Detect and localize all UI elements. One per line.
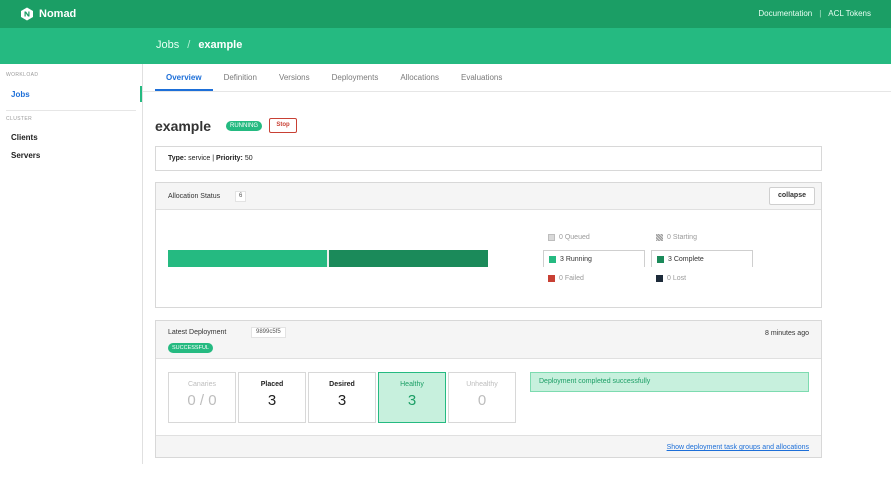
legend-running-label: 3 Running <box>560 255 592 263</box>
collapse-button[interactable]: collapse <box>769 187 815 205</box>
legend-failed-label: 0 Failed <box>559 275 584 282</box>
metric-canaries-value: 0 / 0 <box>187 392 217 409</box>
deployment-time: 8 minutes ago <box>765 330 809 337</box>
metric-healthy-value: 3 <box>407 392 417 409</box>
legend-running[interactable]: 3 Running <box>543 250 645 267</box>
allocation-status-title: Allocation Status <box>168 193 221 200</box>
metric-desired-value: 3 <box>337 392 347 409</box>
legend-starting[interactable]: 0 Starting <box>656 234 697 241</box>
nomad-logo-icon <box>21 7 33 21</box>
allocation-count-badge: 6 <box>235 191 247 202</box>
failed-swatch-icon <box>548 275 555 282</box>
metric-desired-label: Desired <box>329 381 355 388</box>
documentation-link[interactable]: Documentation <box>758 9 812 18</box>
metric-unhealthy: Unhealthy 0 <box>448 372 516 423</box>
legend-complete-label: 3 Complete <box>668 255 704 263</box>
job-summary-card: Type: service | Priority: 50 <box>155 146 822 171</box>
metric-canaries: Canaries 0 / 0 <box>168 372 236 423</box>
metric-desired: Desired 3 <box>308 372 376 423</box>
allocation-bar <box>168 250 488 267</box>
breadcrumb-current: example <box>198 39 243 51</box>
tab-allocations[interactable]: Allocations <box>389 64 450 91</box>
legend-failed[interactable]: 0 Failed <box>548 275 584 282</box>
sidebar-item-clients[interactable]: Clients <box>11 133 38 142</box>
priority-label: Priority: <box>216 155 243 162</box>
job-status-badge: RUNNING <box>226 121 262 131</box>
deployment-title: Latest Deployment <box>168 329 227 336</box>
app-name: Nomad <box>39 8 77 20</box>
allocation-bar-complete[interactable] <box>329 250 488 267</box>
legend-queued[interactable]: 0 Queued <box>548 234 590 241</box>
breadcrumb-separator: / <box>187 39 191 51</box>
allocation-bar-chart <box>168 250 488 267</box>
metric-placed-value: 3 <box>267 392 277 409</box>
legend-lost-label: 0 Lost <box>667 275 687 282</box>
deployment-success-notice: Deployment completed successfully <box>530 372 809 392</box>
stop-job-button[interactable]: Stop <box>269 118 297 133</box>
legend-complete[interactable]: 3 Complete <box>651 250 753 267</box>
metric-placed: Placed 3 <box>238 372 306 423</box>
deployment-footer: Show deployment task groups and allocati… <box>156 435 821 457</box>
metric-healthy-label: Healthy <box>400 381 424 388</box>
sidebar: WORKLOAD Jobs CLUSTER Clients Servers <box>0 64 143 491</box>
tab-deployments[interactable]: Deployments <box>321 64 390 91</box>
type-value: service <box>188 155 211 162</box>
job-tabs: Overview Definition Versions Deployments… <box>155 64 513 92</box>
deployment-status-badge: SUCCESSFUL <box>168 343 213 353</box>
tab-evaluations[interactable]: Evaluations <box>450 64 513 91</box>
latest-deployment-card: Latest Deployment 9899c5f5 SUCCESSFUL 8 … <box>155 320 822 458</box>
starting-swatch-icon <box>656 234 663 241</box>
breadcrumb-bar: Jobs / example <box>0 28 891 64</box>
job-type-priority: Type: service | Priority: 50 <box>168 155 253 162</box>
sidebar-border <box>142 64 143 464</box>
lost-swatch-icon <box>656 275 663 282</box>
breadcrumb-jobs[interactable]: Jobs <box>156 39 179 51</box>
metric-healthy: Healthy 3 <box>378 372 446 423</box>
allocation-status-card: Allocation Status 6 collapse 0 Queued 0 … <box>155 182 822 308</box>
top-navbar: Nomad Documentation | ACL Tokens <box>0 0 891 28</box>
deployment-id-badge: 9899c5f5 <box>251 327 286 338</box>
page-title: example <box>155 118 212 134</box>
sidebar-section-workload: WORKLOAD <box>6 72 39 78</box>
sidebar-item-jobs[interactable]: Jobs <box>11 90 30 99</box>
priority-value: 50 <box>244 155 253 162</box>
type-priority-divider: | <box>212 155 215 162</box>
legend-starting-label: 0 Starting <box>667 234 697 241</box>
legend-lost[interactable]: 0 Lost <box>656 275 686 282</box>
running-swatch-icon <box>549 255 556 263</box>
legend-queued-label: 0 Queued <box>559 234 590 241</box>
metric-canaries-label: Canaries <box>187 381 216 388</box>
allocation-bar-running[interactable] <box>168 250 327 267</box>
top-links-separator: | <box>819 9 822 18</box>
brand-link[interactable]: Nomad <box>20 7 76 21</box>
tabs-underline <box>143 91 891 92</box>
tab-overview[interactable]: Overview <box>155 64 213 91</box>
queued-swatch-icon <box>548 234 555 241</box>
breadcrumb: Jobs / example <box>156 39 242 51</box>
metric-unhealthy-label: Unhealthy <box>466 381 498 388</box>
sidebar-item-servers[interactable]: Servers <box>11 151 40 160</box>
tab-definition[interactable]: Definition <box>213 64 268 91</box>
sidebar-divider <box>6 110 136 111</box>
acl-tokens-link[interactable]: ACL Tokens <box>828 9 871 18</box>
deployment-header: Latest Deployment 9899c5f5 SUCCESSFUL 8 … <box>156 321 821 359</box>
metric-placed-label: Placed <box>260 381 284 388</box>
deployment-metrics: Canaries 0 / 0 Placed 3 Desired 3 Health… <box>168 372 516 423</box>
show-task-groups-link[interactable]: Show deployment task groups and allocati… <box>667 444 809 451</box>
tab-versions[interactable]: Versions <box>268 64 321 91</box>
top-links: Documentation | ACL Tokens <box>758 9 871 18</box>
type-label: Type: <box>168 155 187 162</box>
sidebar-section-cluster: CLUSTER <box>6 116 33 122</box>
allocation-status-header: Allocation Status 6 collapse <box>156 183 821 210</box>
complete-swatch-icon <box>657 255 664 263</box>
metric-unhealthy-value: 0 <box>477 392 487 409</box>
